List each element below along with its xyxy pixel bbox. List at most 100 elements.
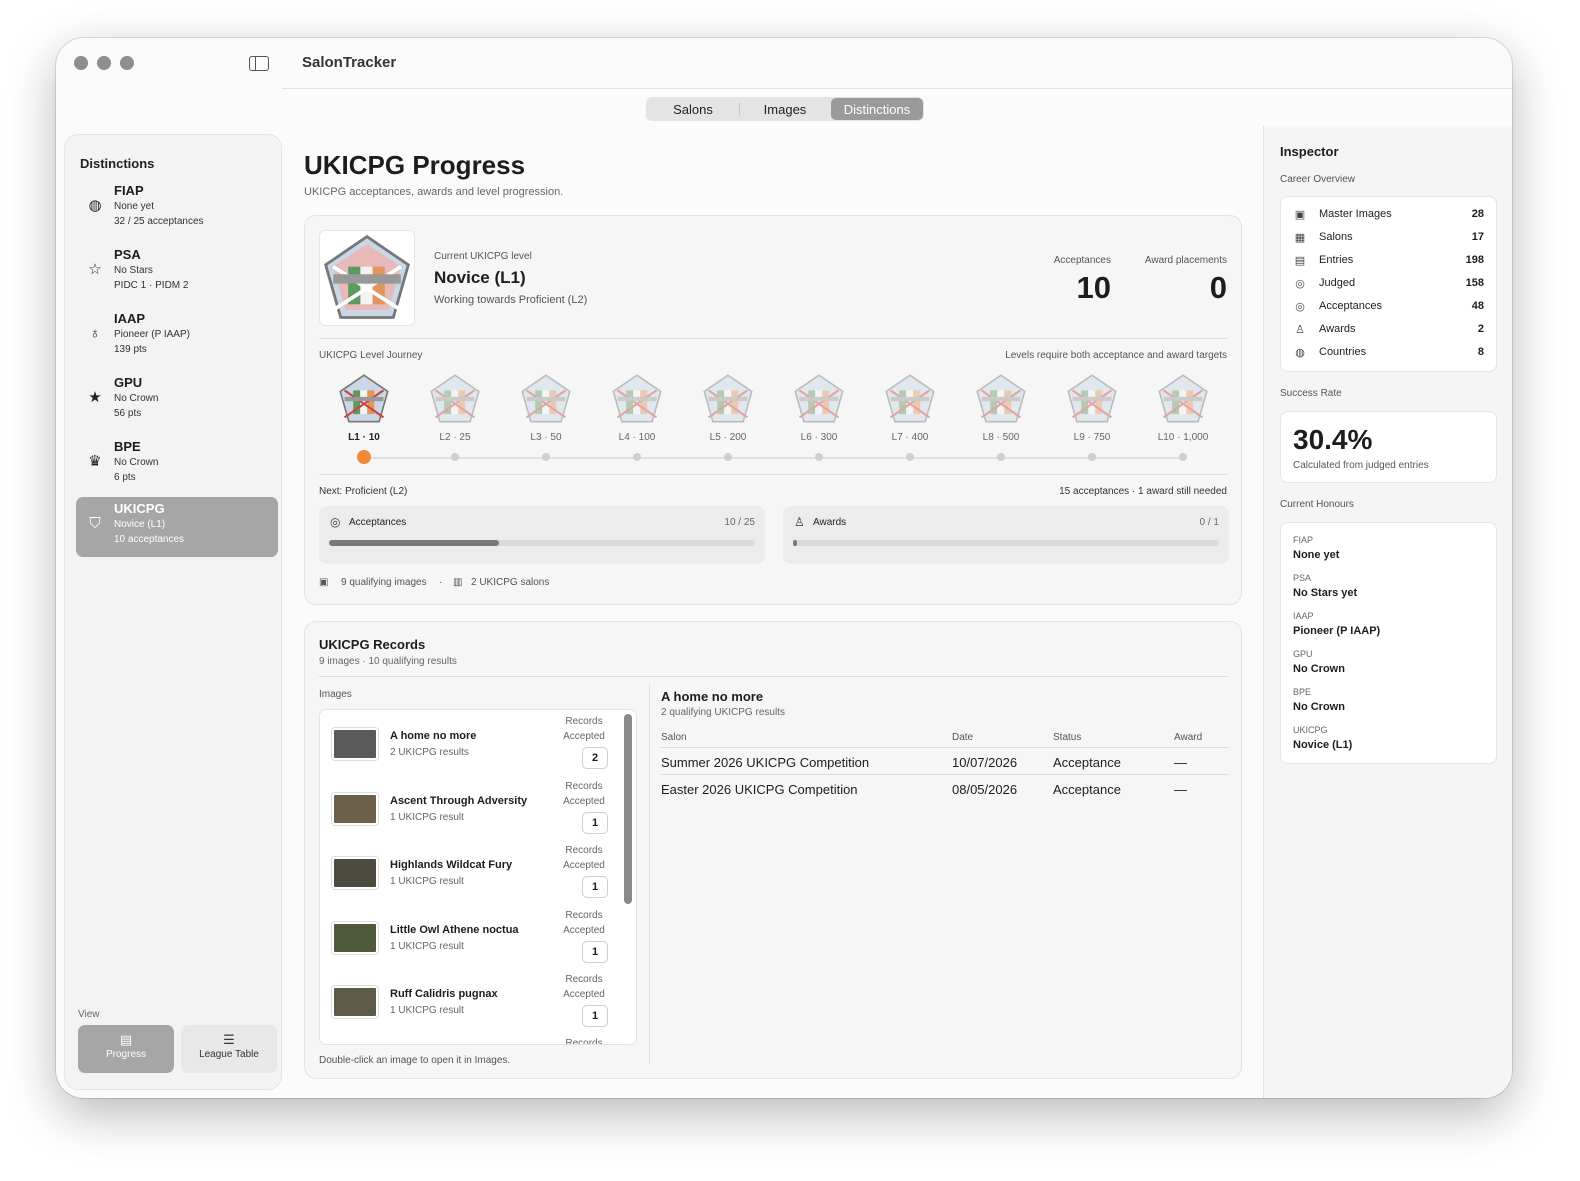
- progress-view-button[interactable]: ▤ Progress: [78, 1025, 174, 1073]
- images-hint: Double-click an image to open it in Imag…: [319, 1055, 511, 1066]
- column-status[interactable]: Status: [1053, 732, 1081, 743]
- view-tabs: Salons Images Distinctions: [646, 97, 924, 121]
- images-list[interactable]: A home no more 2 UKICPG results Records Ac…: [319, 709, 637, 1045]
- honour-value: No Stars yet: [1293, 587, 1358, 599]
- image-name: Ascent Through Adversity: [390, 794, 528, 807]
- sidebar-item-fiap[interactable]: ◍ FIAP None yet 32 / 25 acceptances: [76, 179, 278, 239]
- honour-org: PSA: [1293, 573, 1312, 583]
- sidebar-item-name: FIAP: [114, 183, 144, 198]
- page-subtitle: UKICPG acceptances, awards and level pro…: [304, 186, 564, 198]
- records-title: UKICPG Records: [319, 637, 426, 652]
- view-label: View: [78, 1009, 100, 1020]
- sidebar-item-detail: 10 acceptances: [114, 534, 185, 545]
- honour-value: No Crown: [1293, 663, 1345, 675]
- row-award: —: [1174, 782, 1187, 797]
- building-icon: ▥: [453, 577, 463, 588]
- sidebar-item-name: GPU: [114, 375, 143, 390]
- tab-images[interactable]: Images: [739, 98, 831, 120]
- next-level-needed: 15 acceptances · 1 award still needed: [1059, 486, 1227, 497]
- sidebar-item-gpu[interactable]: ★ GPU No Crown 56 pts: [76, 371, 278, 431]
- sidebar-item-psa[interactable]: ☆ PSA No Stars PIDC 1 · PIDM 2: [76, 243, 278, 303]
- tab-salons[interactable]: Salons: [647, 98, 739, 120]
- level-badge-icon: [521, 374, 571, 423]
- records-card: UKICPG Records 9 images · 10 qualifying …: [304, 621, 1242, 1079]
- image-icon: ▣: [1294, 209, 1306, 221]
- image-list-item[interactable]: Highlands Wildcat Fury 1 UKICPG result Rec…: [320, 843, 620, 907]
- column-award[interactable]: Award: [1174, 732, 1202, 743]
- level-dot: [451, 453, 459, 461]
- current-level-label: Current UKICPG level: [434, 251, 532, 262]
- league-table-view-button[interactable]: ☰ League Table: [181, 1025, 277, 1073]
- sidebar-item-ukicpg[interactable]: ⛉ UKICPG Novice (L1) 10 acceptances: [76, 497, 278, 557]
- column-salon[interactable]: Salon: [661, 732, 687, 743]
- level-caption: L1 · 10: [348, 432, 380, 443]
- award-placements-value: 0: [1209, 270, 1227, 305]
- current-level-dot: [357, 450, 371, 464]
- records-divider: [319, 676, 1227, 677]
- image-list-item[interactable]: Ruff Calidris pugnax 1 UKICPG result Recor…: [320, 972, 620, 1036]
- overview-label: Acceptances: [1319, 300, 1382, 312]
- acceptances-progress: ◎ Acceptances 10 / 25: [319, 506, 765, 564]
- league-table-view-label: League Table: [199, 1049, 259, 1060]
- working-towards: Working towards Proficient (L2): [434, 294, 588, 306]
- acceptances-label: Acceptances: [1053, 255, 1111, 266]
- check-circle-icon: ◎: [1295, 278, 1305, 290]
- honour-org: BPE: [1293, 687, 1312, 697]
- current-level-badge: [319, 230, 415, 326]
- level-caption: L5 · 200: [709, 432, 747, 443]
- level-caption: L6 · 300: [800, 432, 838, 443]
- level-dot: [542, 453, 550, 461]
- overview-value: 28: [1471, 208, 1484, 220]
- records-accepted-count: 1: [582, 811, 608, 834]
- shield-icon: ⛉: [89, 515, 101, 532]
- overview-row: ▣ Master Images 28: [1293, 207, 1484, 225]
- tab-distinctions[interactable]: Distinctions: [831, 98, 923, 120]
- records-accepted-count: 1: [582, 1005, 608, 1027]
- records-subtitle: 9 images · 10 qualifying results: [319, 656, 457, 667]
- image-list-item[interactable]: A home no more 2 UKICPG results Records Ac…: [320, 714, 620, 778]
- current-honours-card: FIAP None yet PSA No Stars yet IAAP Pioneer (…: [1280, 522, 1497, 764]
- overview-value: 158: [1465, 277, 1484, 289]
- next-level-label: Next: Proficient (L2): [319, 486, 408, 497]
- images-scrollbar[interactable]: [624, 714, 632, 904]
- level-badge-icon: [976, 374, 1026, 423]
- sidebar-item-iaap[interactable]: ♁ IAAP Pioneer (P IAAP) 139 pts: [76, 307, 278, 367]
- current-level-value: Novice (L1): [434, 268, 526, 287]
- level-badge-icon: [430, 374, 480, 423]
- zoom-window-button[interactable]: [120, 56, 134, 70]
- level-badge-icon: [794, 374, 844, 423]
- overview-row: ◍ Countries 8: [1293, 345, 1484, 363]
- star-filled-icon: ★: [88, 389, 102, 406]
- card-divider: [319, 474, 1227, 475]
- awards-progress-title: Awards: [813, 517, 847, 528]
- records-accepted-label: Records Accepted: [563, 716, 605, 742]
- level-badge-icon: [885, 374, 935, 423]
- detail-title: A home no more: [661, 689, 764, 704]
- image-list-item[interactable]: Little Owl Athene noctua 1 UKICPG result R…: [320, 908, 620, 972]
- level-caption: L2 · 25: [439, 432, 471, 443]
- images-label: Images: [319, 689, 352, 700]
- sidebar-toggle-icon[interactable]: [249, 56, 269, 71]
- sidebar-item-status: No Crown: [114, 393, 159, 404]
- sidebar-item-bpe[interactable]: ♛ BPE No Crown 6 pts: [76, 435, 278, 495]
- column-date[interactable]: Date: [952, 732, 973, 743]
- level-dot: [815, 453, 823, 461]
- sidebar-item-status: None yet: [114, 201, 155, 212]
- close-window-button[interactable]: [74, 56, 88, 70]
- career-overview-label: Career Overview: [1280, 174, 1356, 185]
- overview-value: 198: [1465, 254, 1484, 266]
- minimize-window-button[interactable]: [97, 56, 111, 70]
- overview-label: Salons: [1319, 231, 1353, 243]
- image-thumbnail: [332, 728, 378, 760]
- sidebar-item-status: No Stars: [114, 265, 153, 276]
- globe-icon: ◍: [1295, 347, 1305, 359]
- image-list-item[interactable]: Ascent Through Adversity 1 UKICPG result R…: [320, 779, 620, 843]
- success-rate-value: 30.4%: [1293, 424, 1373, 455]
- page-title: UKICPG Progress: [304, 150, 526, 180]
- acceptances-value: 10: [1076, 270, 1111, 305]
- level-dot: [724, 453, 732, 461]
- overview-label: Countries: [1319, 346, 1367, 358]
- success-rate-label: Success Rate: [1280, 388, 1342, 399]
- sidebar-item-detail: 32 / 25 acceptances: [114, 216, 204, 227]
- level-2-item: L2 · 25: [417, 372, 493, 443]
